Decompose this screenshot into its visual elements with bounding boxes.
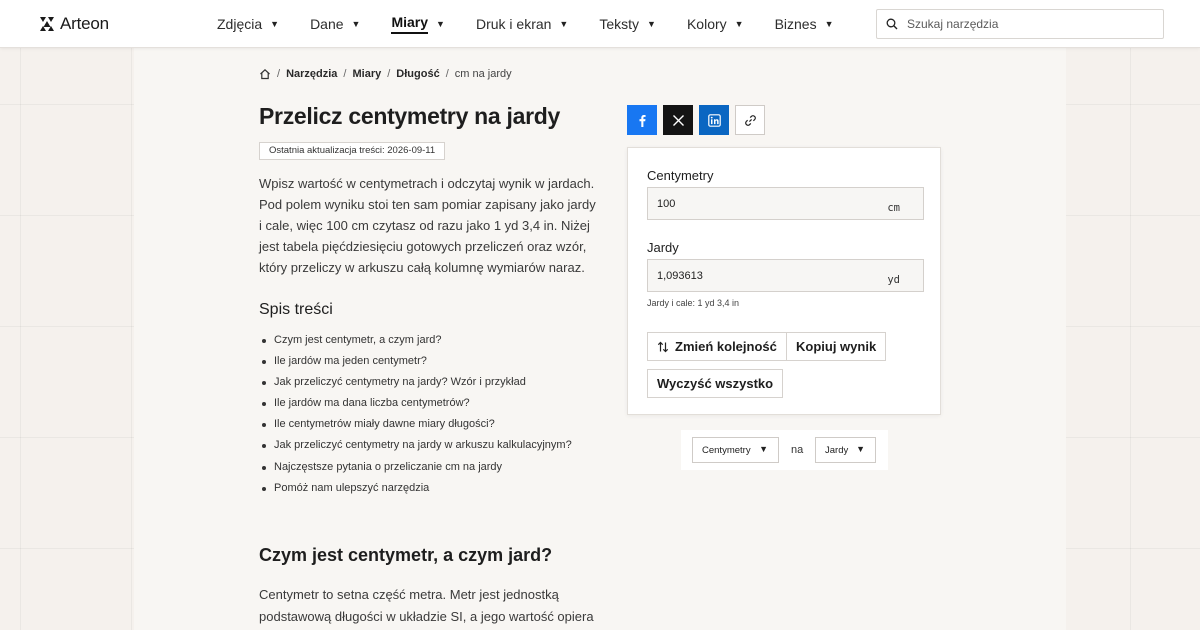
yards-input[interactable]: [657, 260, 877, 291]
caret-down-icon: ▼: [824, 19, 834, 29]
from-field: cm: [647, 187, 924, 220]
logo[interactable]: Arteon: [39, 14, 109, 34]
main-nav: Zdjęcia ▼ Dane ▼ Miary ▼ Druk i ekran ▼ …: [217, 0, 865, 48]
toc-item[interactable]: Ile jardów ma dana liczba centymetrów?: [259, 393, 619, 414]
unit-connector: na: [791, 444, 804, 456]
to-unit-select-value: Jardy: [825, 444, 849, 456]
from-unit-select[interactable]: Centymetry ▼: [692, 437, 779, 463]
nav-label: Kolory: [686, 16, 727, 32]
x-icon: [672, 114, 684, 126]
breadcrumb-separator: /: [343, 68, 347, 80]
breadcrumb-link-dlugosc[interactable]: Długość: [396, 68, 439, 80]
facebook-icon: [639, 114, 646, 127]
linkedin-icon: [707, 113, 721, 127]
caret-down-icon: ▼: [647, 19, 656, 29]
search-box: [876, 9, 1164, 39]
nav-label: Druk i ekran: [475, 16, 552, 32]
clear-all-button[interactable]: Wyczyść wszystko: [647, 369, 784, 398]
logo-icon: [40, 17, 54, 31]
nav-item-teksty[interactable]: Teksty ▼: [599, 0, 656, 48]
caret-down-icon: ▼: [856, 444, 865, 454]
nav-label: Biznes: [774, 16, 817, 32]
swap-arrows-icon: [657, 341, 669, 352]
share-x-button[interactable]: [663, 105, 693, 135]
centimeters-input[interactable]: [657, 188, 877, 219]
toc-item[interactable]: Jak przeliczyć centymetry na jardy w ark…: [259, 435, 619, 456]
swap-button-label: Zmień kolejność: [675, 339, 777, 354]
toc-title: Spis treści: [259, 301, 333, 318]
caret-down-icon: ▼: [759, 444, 768, 454]
share-buttons: [627, 105, 765, 135]
breadcrumb: / Narzędzia / Miary / Długość / cm na ja…: [259, 68, 512, 80]
search-input[interactable]: [907, 17, 1147, 31]
section-paragraph: Centymetr to setna część metra. Metr jes…: [259, 587, 594, 624]
nav-item-dane[interactable]: Dane ▼: [310, 0, 360, 48]
copy-link-button[interactable]: [735, 105, 765, 135]
link-icon: [744, 114, 756, 126]
nav-label: Miary: [391, 14, 429, 34]
share-facebook-button[interactable]: [627, 105, 657, 135]
caret-down-icon: ▼: [436, 19, 445, 29]
toc-item[interactable]: Ile centymetrów miały dawne miary długoś…: [259, 414, 619, 435]
breadcrumb-current: cm na jardy: [454, 68, 512, 80]
toc-item[interactable]: Ile jardów ma jeden centymetr?: [259, 351, 619, 372]
from-field-label: Centymetry: [647, 168, 714, 183]
table-of-contents: Czym jest centymetr, a czym jard? Ile ja…: [259, 330, 619, 499]
intro-paragraph: Wpisz wartość w centymetrach i odczytaj …: [259, 176, 596, 275]
home-icon[interactable]: [259, 68, 271, 80]
copy-result-label: Kopiuj wynik: [796, 339, 877, 354]
breadcrumb-link-miary[interactable]: Miary: [352, 68, 381, 80]
nav-item-kolory[interactable]: Kolory ▼: [687, 0, 744, 48]
breadcrumb-separator: /: [387, 68, 391, 80]
caret-down-icon: ▼: [270, 19, 280, 29]
last-updated-badge: Ostatnia aktualizacja treści: 2026-09-11: [259, 142, 446, 160]
to-field: yd: [647, 259, 924, 292]
toc-item[interactable]: Pomóż nam ulepszyć narzędzia: [259, 478, 619, 499]
nav-item-biznes[interactable]: Biznes ▼: [775, 0, 834, 48]
nav-item-zdjecia[interactable]: Zdjęcia ▼: [217, 0, 279, 48]
breadcrumb-separator: /: [445, 68, 449, 80]
toc-item[interactable]: Czym jest centymetr, a czym jard?: [259, 330, 619, 351]
clear-all-label: Wyczyść wszystko: [657, 376, 774, 391]
top-navigation-bar: Arteon Zdjęcia ▼ Dane ▼ Miary ▼ Druk i e…: [0, 0, 1200, 48]
section-title: Czym jest centymetr, a czym jard?: [259, 545, 553, 565]
nav-label: Teksty: [599, 16, 640, 32]
caret-down-icon: ▼: [351, 19, 361, 29]
to-unit-select[interactable]: Jardy ▼: [815, 437, 876, 463]
nav-label: Zdjęcia: [217, 16, 263, 32]
from-unit-label: cm: [887, 202, 900, 214]
breadcrumb-link-narzedzia[interactable]: Narzędzia: [286, 68, 337, 80]
nav-label: Dane: [310, 16, 344, 32]
share-linkedin-button[interactable]: [699, 105, 729, 135]
yards-inches-hint: Jardy i cale: 1 yd 3,4 in: [647, 298, 740, 308]
unit-selector-bar: Centymetry ▼ na Jardy ▼: [681, 430, 888, 470]
to-field-label: Jardy: [647, 240, 679, 255]
nav-item-miary[interactable]: Miary ▼: [391, 0, 445, 48]
copy-result-button[interactable]: Kopiuj wynik: [786, 332, 887, 361]
toc-item[interactable]: Jak przeliczyć centymetry na jardy? Wzór…: [259, 372, 619, 393]
from-unit-select-value: Centymetry: [702, 444, 751, 456]
to-unit-label: yd: [887, 274, 900, 286]
brand-name: Arteon: [60, 14, 109, 33]
toc-item[interactable]: Najczęstsze pytania o przeliczanie cm na…: [259, 457, 619, 478]
nav-item-druk-i-ekran[interactable]: Druk i ekran ▼: [476, 0, 568, 48]
caret-down-icon: ▼: [734, 19, 744, 29]
breadcrumb-separator: /: [277, 68, 281, 80]
search-icon: [886, 18, 898, 30]
converter-card: Centymetry cm Jardy yd Jardy i cale: 1 y…: [627, 147, 941, 415]
page-title: Przelicz centymetry na jardy: [259, 103, 560, 129]
swap-button[interactable]: Zmień kolejność: [647, 332, 787, 361]
caret-down-icon: ▼: [559, 19, 569, 29]
